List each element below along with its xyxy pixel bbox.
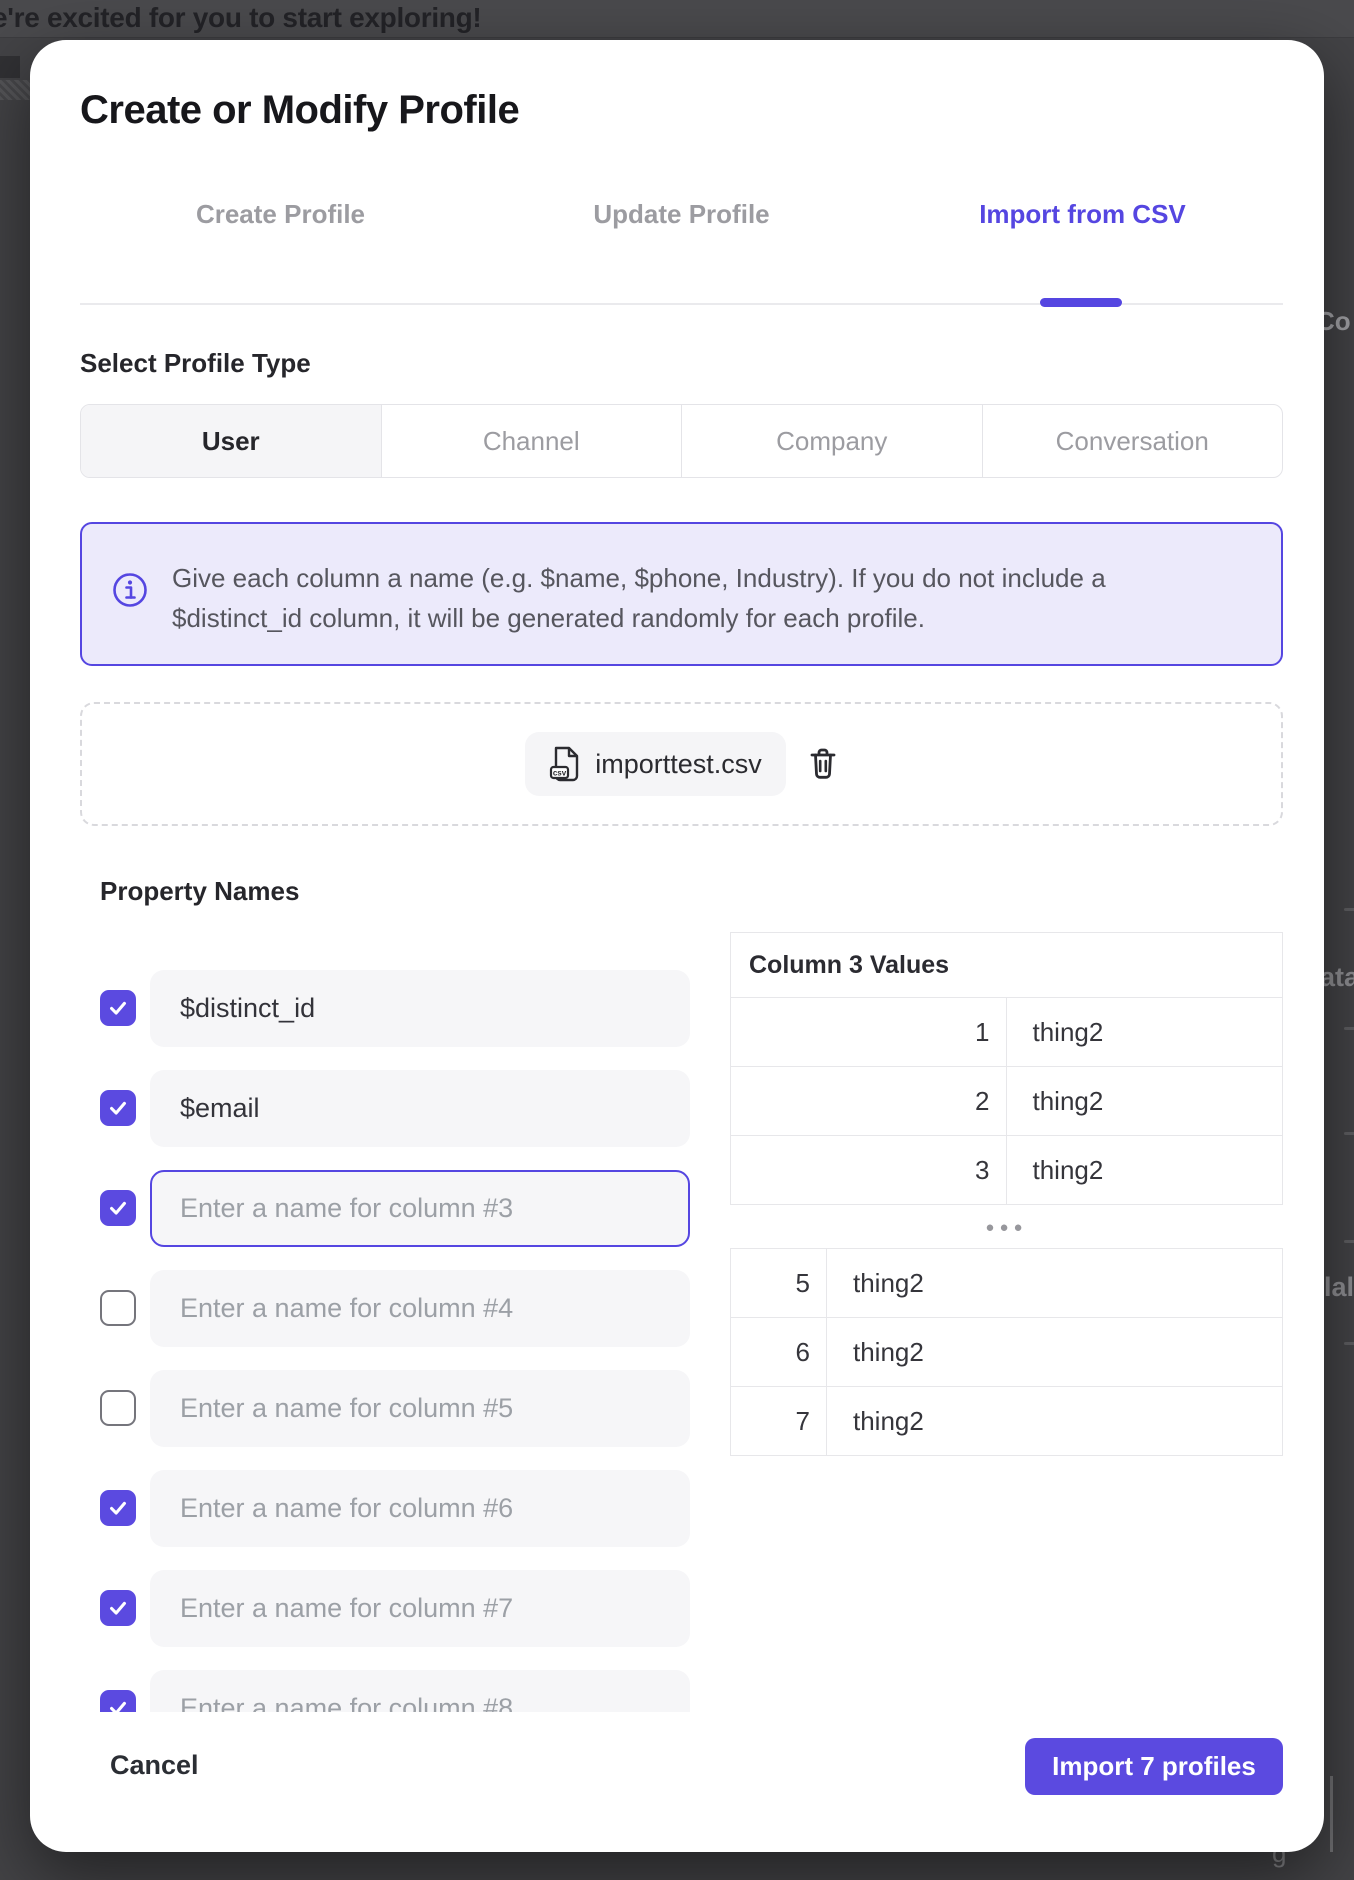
column-6-checkbox[interactable] (100, 1490, 136, 1526)
tab-import-from-csv[interactable]: Import from CSV (882, 188, 1283, 240)
check-icon (107, 1697, 129, 1712)
column-2-checkbox[interactable] (100, 1090, 136, 1126)
column-6-name-input[interactable] (150, 1470, 690, 1547)
background-artifact (1344, 1027, 1354, 1030)
background-banner: e're excited for you to start exploring! (0, 0, 1354, 38)
column-values-preview: Column 3 Values 1 thing2 2 thing2 3 thin… (730, 932, 1283, 1456)
trash-icon (808, 747, 838, 781)
check-icon (107, 1597, 129, 1619)
background-artifact (1344, 1240, 1354, 1243)
row-index: 7 (731, 1386, 827, 1455)
property-row (80, 1470, 740, 1547)
screen: e're excited for you to start exploring!… (0, 0, 1354, 1880)
background-artifact (1344, 1132, 1354, 1135)
cancel-button[interactable]: Cancel (102, 1742, 207, 1789)
column-2-name-input[interactable] (150, 1070, 690, 1147)
property-row (80, 1370, 740, 1447)
csv-file-icon: csv (549, 746, 581, 782)
property-row (80, 1170, 740, 1247)
table-row: 5 thing2 (731, 1249, 1282, 1317)
remove-file-button[interactable] (808, 747, 838, 781)
background-artifact (1344, 1342, 1354, 1345)
info-icon (112, 572, 148, 608)
create-or-modify-profile-modal: Create or Modify Profile Create Profile … (30, 40, 1324, 1852)
property-row (80, 970, 740, 1047)
property-row (80, 1070, 740, 1147)
column-8-checkbox[interactable] (100, 1690, 136, 1712)
active-tab-indicator (1040, 298, 1122, 307)
file-dropzone[interactable]: csv importtest.csv (80, 702, 1283, 826)
background-banner-text: e're excited for you to start exploring! (0, 2, 481, 34)
column-4-checkbox[interactable] (100, 1290, 136, 1326)
profile-type-selector: User Channel Company Conversation (80, 404, 1283, 478)
background-text-fragment: lal (1324, 1272, 1354, 1303)
column-5-checkbox[interactable] (100, 1390, 136, 1426)
check-icon (107, 1497, 129, 1519)
column-3-name-input[interactable] (150, 1170, 690, 1247)
svg-text:csv: csv (553, 769, 567, 778)
info-banner: Give each column a name (e.g. $name, $ph… (80, 522, 1283, 666)
row-value: thing2 (1007, 997, 1283, 1066)
column-1-checkbox[interactable] (100, 990, 136, 1026)
row-index: 6 (731, 1317, 827, 1386)
column-8-name-input[interactable] (150, 1670, 690, 1712)
column-values-table-top: Column 3 Values 1 thing2 2 thing2 3 thin… (730, 932, 1283, 1205)
profile-type-label: Select Profile Type (80, 348, 311, 379)
import-profiles-button[interactable]: Import 7 profiles (1025, 1738, 1283, 1795)
rows-ellipsis: ●●● (730, 1219, 1283, 1236)
column-4-name-input[interactable] (150, 1270, 690, 1347)
background-text-fragment: ata (1320, 962, 1354, 993)
row-value: thing2 (1007, 1135, 1283, 1204)
column-7-checkbox[interactable] (100, 1590, 136, 1626)
tab-create-profile[interactable]: Create Profile (80, 188, 481, 240)
property-row (80, 1670, 740, 1712)
table-row: 1 thing2 (731, 997, 1282, 1066)
background-artifact (1344, 908, 1354, 911)
background-artifact (1330, 1776, 1333, 1852)
table-row: 3 thing2 (731, 1135, 1282, 1204)
row-value: thing2 (1007, 1066, 1283, 1135)
uploaded-file-name: importtest.csv (595, 749, 762, 780)
profile-type-company[interactable]: Company (682, 405, 983, 477)
row-index: 5 (731, 1249, 827, 1317)
table-row: 6 thing2 (731, 1317, 1282, 1386)
row-index: 3 (731, 1135, 1007, 1204)
column-5-name-input[interactable] (150, 1370, 690, 1447)
tab-bar: Create Profile Update Profile Import fro… (80, 188, 1283, 240)
column-3-checkbox[interactable] (100, 1190, 136, 1226)
check-icon (107, 997, 129, 1019)
property-name-list (80, 860, 740, 1712)
table-row: 7 thing2 (731, 1386, 1282, 1455)
column-7-name-input[interactable] (150, 1570, 690, 1647)
row-value: thing2 (827, 1386, 1282, 1455)
check-icon (107, 1197, 129, 1219)
check-icon (107, 1097, 129, 1119)
row-index: 1 (731, 997, 1007, 1066)
profile-type-conversation[interactable]: Conversation (983, 405, 1283, 477)
row-index: 2 (731, 1066, 1007, 1135)
uploaded-file-chip: csv importtest.csv (525, 732, 786, 796)
preview-table-header: Column 3 Values (731, 933, 1282, 997)
column-values-table-bottom: 5 thing2 6 thing2 7 thing2 (730, 1248, 1283, 1456)
info-banner-text: Give each column a name (e.g. $name, $ph… (172, 558, 1212, 638)
profile-type-channel[interactable]: Channel (382, 405, 683, 477)
row-value: thing2 (827, 1249, 1282, 1317)
property-row (80, 1270, 740, 1347)
modal-title: Create or Modify Profile (80, 88, 519, 133)
table-row: 2 thing2 (731, 1066, 1282, 1135)
tab-update-profile[interactable]: Update Profile (481, 188, 882, 240)
profile-type-user[interactable]: User (81, 405, 382, 477)
row-value: thing2 (827, 1317, 1282, 1386)
column-1-name-input[interactable] (150, 970, 690, 1047)
property-row (80, 1570, 740, 1647)
background-artifact (0, 56, 20, 78)
